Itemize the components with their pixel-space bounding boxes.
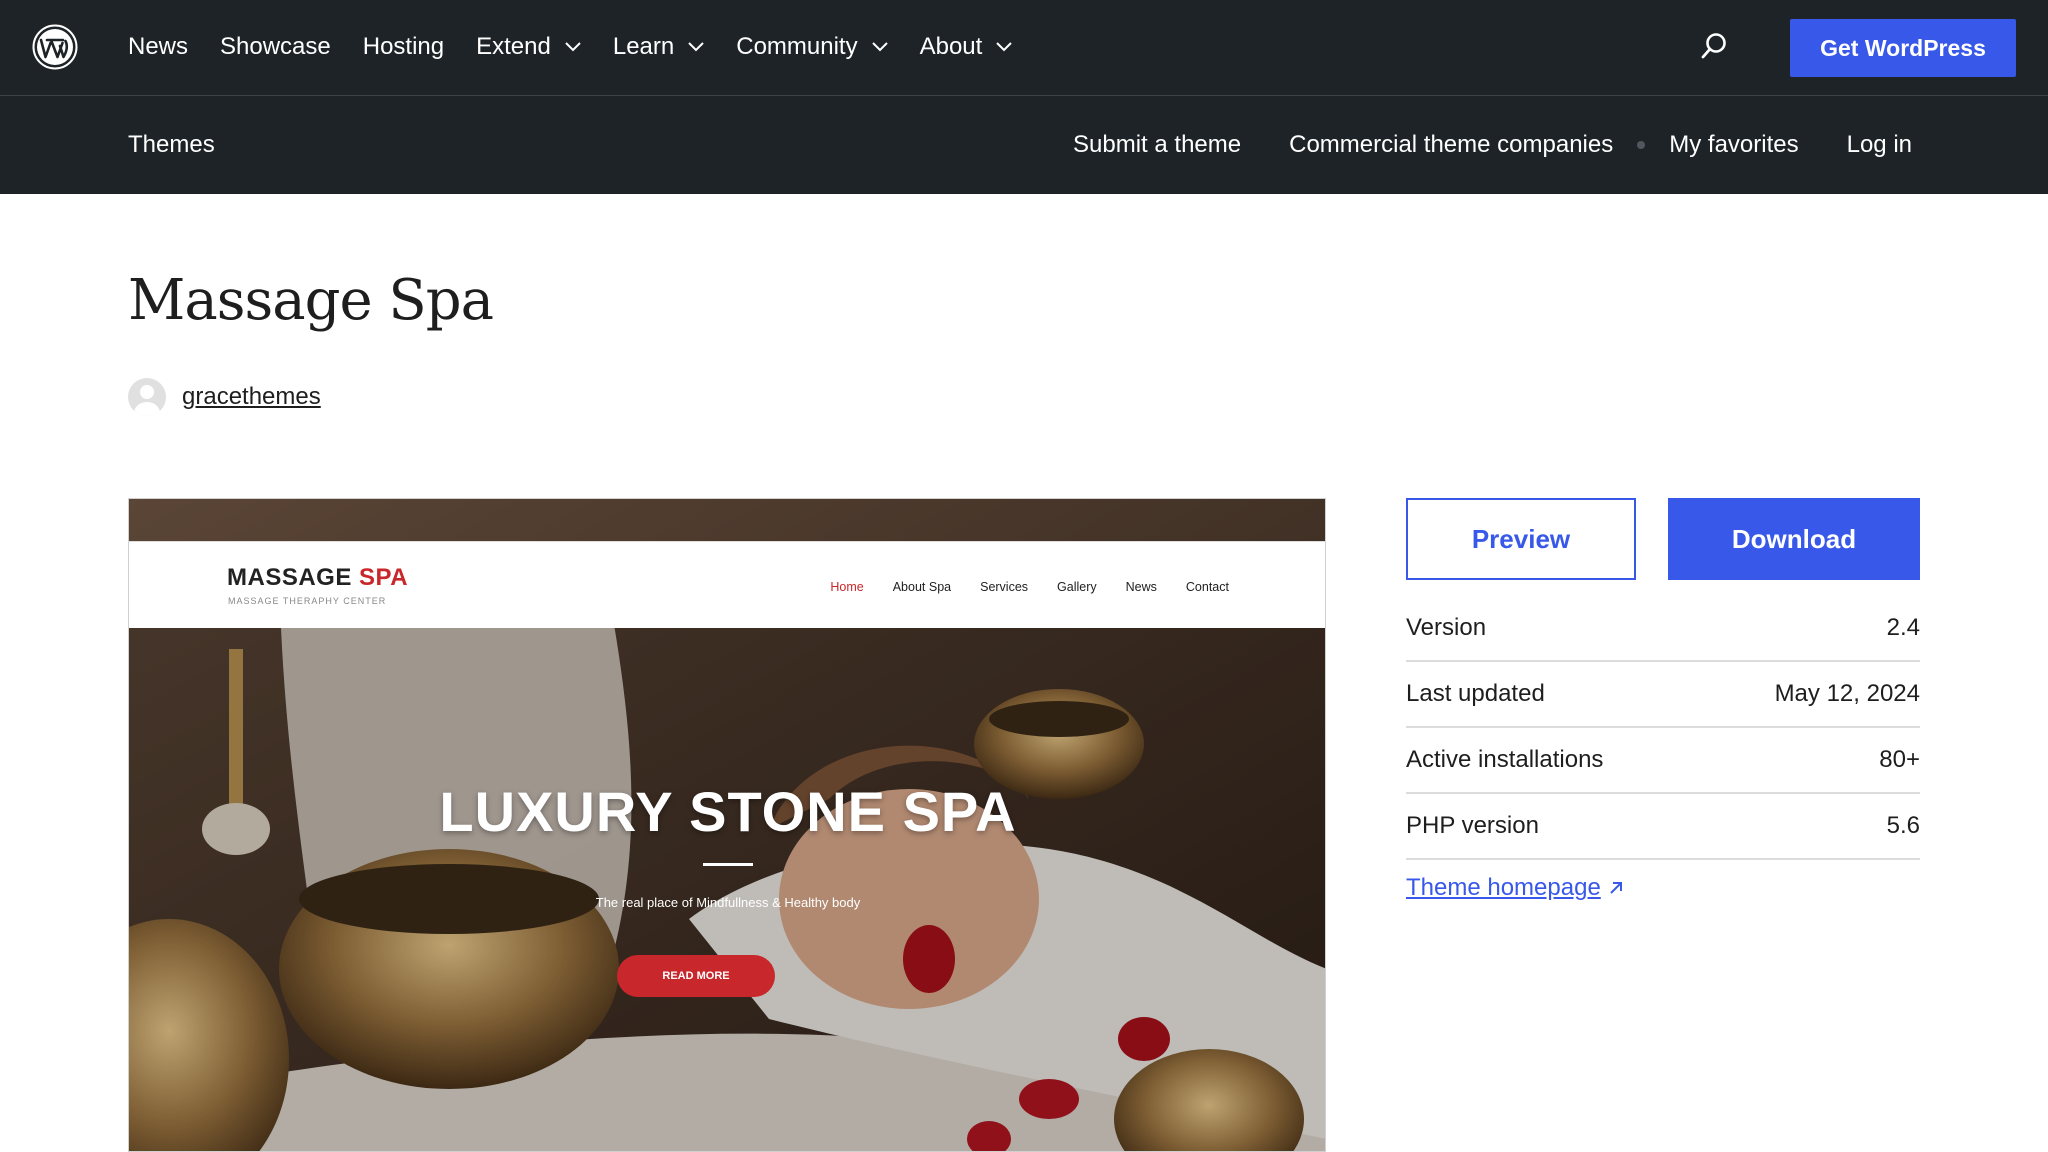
demo-menu-item: Contact (1185, 580, 1229, 594)
theme-meta-list: Version 2.4 Last updated May 12, 2024 Ac… (1406, 596, 1920, 860)
nav-hosting[interactable]: Hosting (363, 33, 444, 61)
submit-theme-link[interactable]: Submit a theme (1073, 131, 1241, 159)
meta-label: Version (1406, 614, 1487, 641)
meta-active-installations: Active installations 80+ (1406, 728, 1920, 794)
chevron-down-icon (996, 42, 1013, 52)
meta-value: 2.4 (1886, 614, 1920, 641)
commercial-companies-link[interactable]: Commercial theme companies (1289, 131, 1613, 159)
avatar-head (140, 385, 154, 399)
demo-site-tagline: MASSAGE THERAPHY CENTER (228, 596, 387, 606)
demo-hero-divider (703, 863, 753, 866)
external-link-arrow-icon (1610, 882, 1622, 894)
meta-value: 5.6 (1886, 812, 1920, 839)
meta-label: Active installations (1406, 746, 1604, 773)
demo-site-menu: Home About Spa Services Gallery News Con… (801, 580, 1229, 594)
demo-menu-item: News (1125, 580, 1157, 594)
themes-subheader: Themes Submit a theme Commercial theme c… (0, 96, 2048, 194)
theme-homepage-link[interactable]: Theme homepage (1406, 874, 1625, 902)
nav-label: Learn (612, 33, 675, 60)
demo-menu-item: Gallery (1057, 580, 1097, 594)
wordpress-logo-icon[interactable] (32, 24, 78, 70)
nav-news[interactable]: News (128, 33, 188, 61)
nav-learn[interactable]: Learn (613, 33, 704, 61)
main-nav: News Showcase Hosting Extend Learn Commu… (128, 0, 1044, 94)
nav-about[interactable]: About (920, 33, 1013, 61)
author-link[interactable]: gracethemes (182, 383, 321, 411)
meta-value: May 12, 2024 (1774, 680, 1920, 707)
login-link[interactable]: Log in (1847, 131, 1912, 159)
meta-version: Version 2.4 (1406, 596, 1920, 662)
demo-menu-item: Home (830, 580, 864, 594)
nav-showcase[interactable]: Showcase (220, 33, 331, 61)
nav-community[interactable]: Community (736, 33, 888, 61)
nav-extend[interactable]: Extend (476, 33, 581, 61)
nav-label: About (919, 33, 983, 60)
my-favorites-link[interactable]: My favorites (1669, 131, 1798, 159)
avatar (128, 378, 166, 416)
nav-label: Extend (476, 33, 551, 60)
demo-hero-title: LUXURY STONE SPA (439, 780, 1017, 843)
demo-read-more-button: READ MORE (617, 955, 775, 997)
theme-homepage-label: Theme homepage (1406, 874, 1601, 901)
demo-site-logo: MASSAGE SPA (227, 564, 408, 592)
theme-author: gracethemes (128, 378, 321, 416)
preview-button[interactable]: Preview (1406, 498, 1636, 580)
demo-logo-accent: SPA (359, 564, 409, 591)
demo-menu-item: Services (980, 580, 1029, 594)
subheader-nav: Submit a theme Commercial theme companie… (1073, 96, 1912, 194)
nav-label: News (128, 33, 189, 60)
download-button[interactable]: Download (1668, 498, 1920, 580)
get-wordpress-button[interactable]: Get WordPress (1790, 19, 2016, 77)
demo-hero-subtitle: The real place of Mindfullness & Healthy… (595, 895, 861, 910)
meta-label: Last updated (1406, 680, 1545, 707)
theme-screenshot[interactable]: MASSAGE SPA MASSAGE THERAPHY CENTER Home… (128, 498, 1326, 1152)
meta-php-version: PHP version 5.6 (1406, 794, 1920, 860)
page-title: Massage Spa (128, 268, 494, 333)
demo-site-header: MASSAGE SPA MASSAGE THERAPHY CENTER Home… (129, 541, 1325, 628)
chevron-down-icon (871, 42, 888, 52)
demo-logo-main: MASSAGE (227, 564, 352, 591)
nav-label: Hosting (362, 33, 445, 60)
search-icon[interactable] (1698, 30, 1730, 62)
meta-value: 80+ (1879, 746, 1920, 773)
meta-label: PHP version (1406, 812, 1539, 839)
nav-label: Community (736, 33, 858, 60)
chevron-down-icon (565, 42, 581, 52)
meta-last-updated: Last updated May 12, 2024 (1406, 662, 1920, 728)
nav-separator-dot (1637, 141, 1646, 149)
chevron-down-icon (688, 42, 704, 52)
subheader-title[interactable]: Themes (128, 96, 215, 194)
demo-menu-item: About Spa (892, 580, 952, 594)
avatar-body (134, 402, 160, 416)
nav-label: Showcase (220, 33, 331, 60)
global-header: News Showcase Hosting Extend Learn Commu… (0, 0, 2048, 96)
